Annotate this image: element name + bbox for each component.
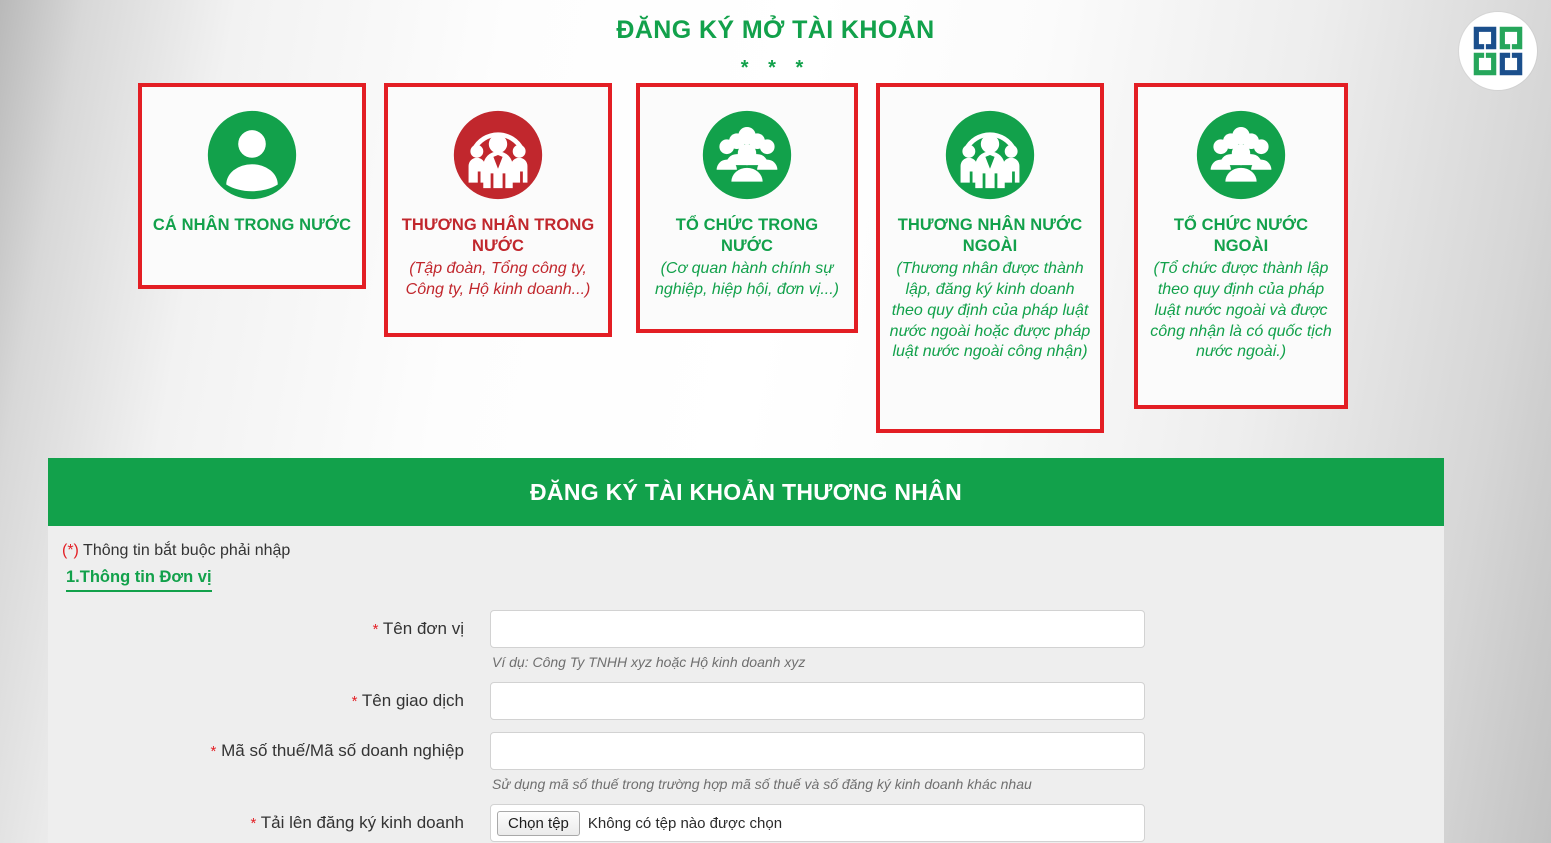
card-title: TỔ CHỨC TRONG NƯỚC — [675, 216, 819, 256]
single-person-icon — [206, 109, 298, 201]
field-row-ten-giao-dich: * Tên giao dịch — [48, 682, 1444, 730]
card-to-chuc-nuoc-ngoai[interactable]: TỔ CHỨC NƯỚC NGOÀI (Tổ chức được thành l… — [1134, 83, 1348, 409]
card-subtitle: (Tập đoàn, Tổng công ty, Công ty, Hộ kin… — [405, 260, 591, 299]
field-label-text: Tên giao dịch — [361, 691, 464, 710]
ma-so-thue-input[interactable] — [490, 732, 1145, 770]
field-row-ten-don-vi: * Tên đơn vị Ví dụ: Công Ty TNHH xyz hoặ… — [48, 610, 1444, 680]
field-hint: Sử dụng mã số thuế trong trường hợp mã s… — [492, 776, 1032, 792]
card-ca-nhan-trong-nuoc[interactable]: CÁ NHÂN TRONG NƯỚC — [138, 83, 366, 289]
business-team-icon — [452, 109, 544, 201]
field-label-text: Tải lên đăng ký kinh doanh — [260, 813, 464, 832]
crowd-group-icon — [701, 109, 793, 201]
sgg-logo-icon — [1472, 25, 1524, 77]
choose-file-button[interactable]: Chọn tệp — [497, 810, 580, 836]
field-label: * Tên giao dịch — [48, 682, 490, 711]
card-thuong-nhan-trong-nuoc[interactable]: THƯƠNG NHÂN TRONG NƯỚC (Tập đoàn, Tổng c… — [384, 83, 612, 337]
page-title: ĐĂNG KÝ MỞ TÀI KHOẢN — [616, 16, 935, 44]
business-team-icon — [944, 109, 1036, 201]
account-type-cards: CÁ NHÂN TRONG NƯỚC THƯƠNG NHÂN TRONG NƯỚ… — [0, 83, 1551, 443]
card-title: CÁ NHÂN TRONG NƯỚC — [152, 216, 352, 234]
field-label: * Tải lên đăng ký kinh doanh — [48, 804, 490, 833]
crowd-group-icon — [1195, 109, 1287, 201]
card-title: THƯƠNG NHÂN NƯỚC NGOÀI — [897, 216, 1083, 256]
required-marker: * — [372, 621, 379, 638]
card-subtitle: (Cơ quan hành chính sự nghiệp, hiệp hội,… — [654, 260, 839, 299]
card-title: TỔ CHỨC NƯỚC NGOÀI — [1173, 216, 1309, 256]
field-label-text: Mã số thuế/Mã số doanh nghiệp — [221, 741, 464, 760]
card-subtitle: (Thương nhân được thành lập, đăng ký kin… — [889, 260, 1091, 361]
registration-panel: ĐĂNG KÝ TÀI KHOẢN THƯƠNG NHÂN (*) Thông … — [48, 458, 1444, 843]
card-subtitle: (Tổ chức được thành lập theo quy định củ… — [1150, 260, 1332, 361]
file-status-text: Không có tệp nào được chọn — [587, 814, 783, 832]
ten-giao-dich-input[interactable] — [490, 682, 1145, 720]
field-label-text: Tên đơn vị — [382, 619, 464, 638]
site-logo[interactable] — [1459, 12, 1537, 90]
registration-form: * Tên đơn vị Ví dụ: Công Ty TNHH xyz hoặ… — [48, 610, 1444, 842]
required-note-text: Thông tin bắt buộc phải nhập — [83, 542, 291, 559]
field-label: * Mã số thuế/Mã số doanh nghiệp — [48, 732, 490, 761]
dang-ky-kinh-doanh-file-input[interactable]: Chọn tệp Không có tệp nào được chọn — [490, 804, 1145, 842]
required-marker: * — [210, 743, 217, 760]
panel-heading: ĐĂNG KÝ TÀI KHOẢN THƯƠNG NHÂN — [48, 458, 1444, 526]
title-stars: * * * — [740, 57, 811, 79]
field-row-tai-len-dang-ky-kinh-doanh: * Tải lên đăng ký kinh doanh Chọn tệp Kh… — [48, 804, 1444, 842]
required-marker: * — [250, 815, 257, 832]
required-marker: (*) — [62, 542, 79, 559]
field-label: * Tên đơn vị — [48, 610, 490, 639]
section-title-thong-tin-don-vi: 1.Thông tin Đơn vị — [66, 568, 212, 592]
required-marker: * — [351, 693, 358, 710]
ten-don-vi-input[interactable] — [490, 610, 1145, 648]
required-note: (*) Thông tin bắt buộc phải nhập — [48, 542, 1444, 560]
field-hint: Ví dụ: Công Ty TNHH xyz hoặc Hộ kinh doa… — [492, 654, 806, 670]
field-row-ma-so-thue: * Mã số thuế/Mã số doanh nghiệp Sử dụng … — [48, 732, 1444, 802]
card-to-chuc-trong-nuoc[interactable]: TỔ CHỨC TRONG NƯỚC (Cơ quan hành chính s… — [636, 83, 858, 333]
card-title: THƯƠNG NHÂN TRONG NƯỚC — [401, 216, 595, 256]
card-thuong-nhan-nuoc-ngoai[interactable]: THƯƠNG NHÂN NƯỚC NGOÀI (Thương nhân được… — [876, 83, 1104, 433]
